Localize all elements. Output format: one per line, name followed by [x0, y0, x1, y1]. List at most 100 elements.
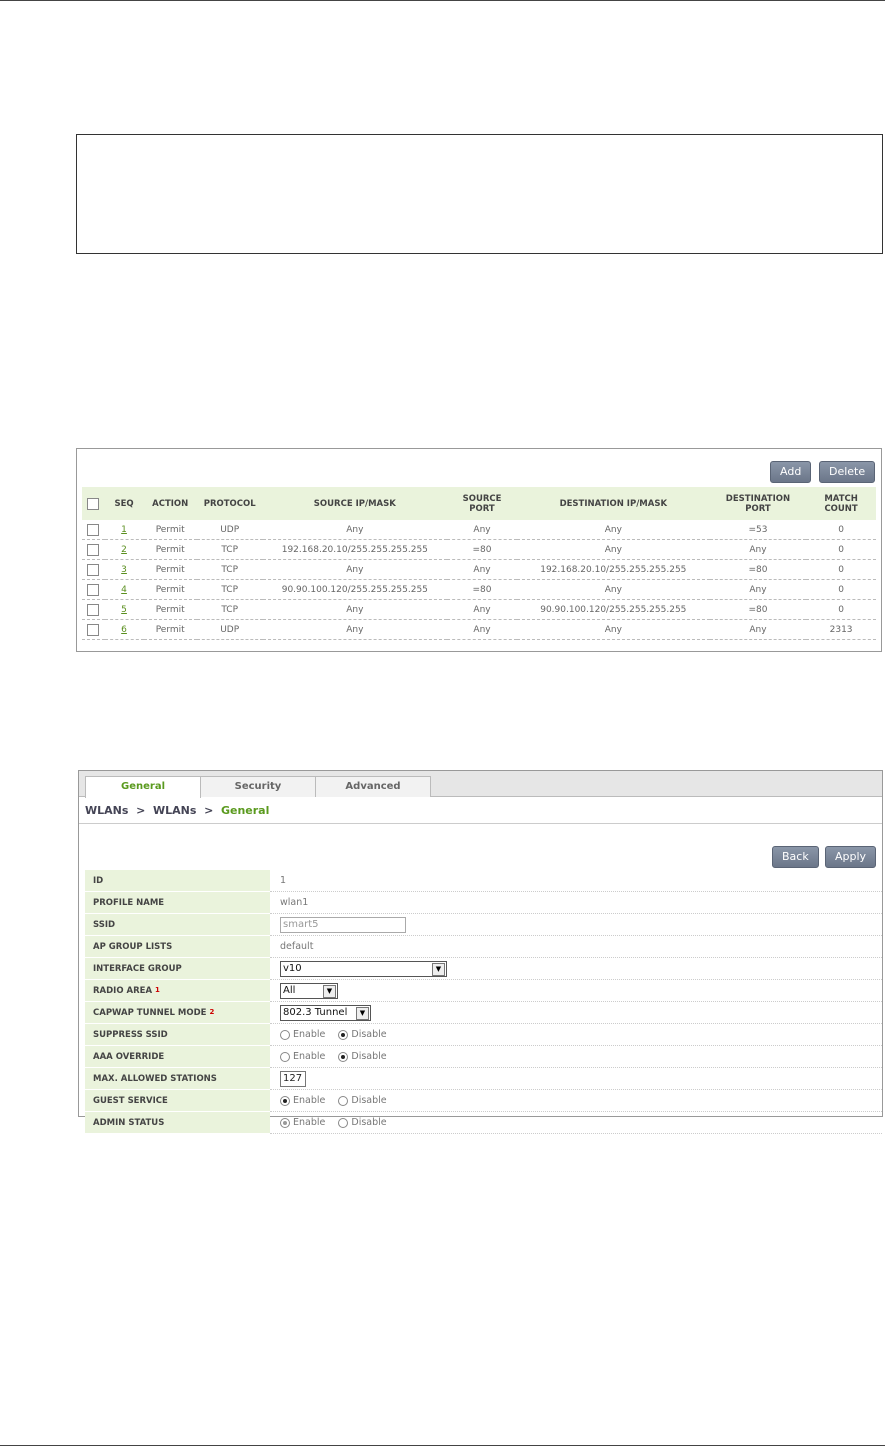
- seq-cell: 3: [104, 559, 144, 580]
- seq-link[interactable]: 2: [121, 545, 127, 555]
- seq-link[interactable]: 1: [121, 525, 127, 535]
- dest-ip-cell: 90.90.100.120/255.255.255.255: [516, 599, 710, 620]
- add-button[interactable]: Add: [770, 461, 812, 483]
- source-ip-cell: Any: [262, 520, 448, 540]
- row-capwap-tunnel-mode: CAPWAP TUNNEL MODE 2 802.3 Tunnel ▼: [85, 1001, 882, 1024]
- max-allowed-stations-input[interactable]: [280, 1070, 306, 1087]
- guest-service-enable-radio[interactable]: [280, 1095, 290, 1106]
- guest-service-cell: Enable Disable: [270, 1089, 882, 1112]
- select-all-checkbox[interactable]: [87, 497, 100, 510]
- seq-link[interactable]: 3: [121, 565, 127, 575]
- col-protocol: PROTOCOL: [196, 487, 263, 520]
- dest-ip-cell: Any: [516, 520, 710, 540]
- source-port-cell: Any: [447, 559, 517, 580]
- id-label: ID: [85, 870, 270, 892]
- table-row: 3 Permit TCP Any Any 192.168.20.10/255.255.25…: [82, 559, 876, 580]
- row-select-cell: [82, 559, 105, 580]
- source-ip-cell: Any: [262, 559, 448, 580]
- breadcrumb-wlans-1[interactable]: WLANs: [85, 804, 128, 817]
- suppress-ssid-disable-radio[interactable]: [338, 1029, 349, 1040]
- row-checkbox[interactable]: [87, 623, 100, 636]
- guest-service-disable-radio[interactable]: [338, 1095, 349, 1106]
- page-bottom-rule: [0, 1445, 885, 1446]
- capwap-cell: 802.3 Tunnel ▼: [270, 1001, 882, 1024]
- tab-advanced[interactable]: Advanced: [315, 776, 431, 797]
- row-checkbox[interactable]: [87, 523, 100, 536]
- dest-port-cell: Any: [709, 539, 807, 560]
- source-port-cell: =80: [447, 539, 517, 560]
- radio-area-footnote: 1: [155, 985, 160, 994]
- match-cell: 0: [806, 520, 876, 540]
- col-match-line2: COUNT: [824, 503, 858, 514]
- ssid-input[interactable]: [280, 916, 406, 933]
- breadcrumb-wlans-2[interactable]: WLANs: [153, 804, 196, 817]
- aaa-override-enable-radio[interactable]: [280, 1051, 290, 1062]
- table-header-row: SEQ ACTION PROTOCOL SOURCE IP/MASK SOURC…: [82, 487, 876, 520]
- row-select-cell: [82, 619, 105, 640]
- radio-area-selected: All: [283, 984, 296, 996]
- back-button[interactable]: Back: [772, 846, 819, 868]
- row-checkbox[interactable]: [87, 543, 100, 556]
- col-source-port-line1: SOURCE: [462, 493, 502, 504]
- dest-port-cell: =53: [709, 520, 807, 540]
- protocol-cell: UDP: [196, 619, 263, 640]
- seq-link[interactable]: 6: [121, 625, 127, 635]
- source-ip-cell: Any: [262, 599, 448, 620]
- enable-label: Enable: [293, 1117, 326, 1128]
- dest-port-cell: Any: [709, 579, 807, 600]
- seq-link[interactable]: 5: [121, 605, 127, 615]
- action-cell: Permit: [143, 539, 197, 560]
- row-select-cell: [82, 599, 105, 620]
- radio-area-select[interactable]: All ▼: [280, 982, 338, 999]
- row-checkbox[interactable]: [87, 563, 100, 576]
- row-guest-service: GUEST SERVICE Enable Disable: [85, 1089, 882, 1112]
- wlan-settings-form: ID 1 PROFILE NAME wlan1 SSID AP GROUP LI…: [85, 870, 882, 1134]
- action-cell: Permit: [143, 520, 197, 540]
- capwap-footnote: 2: [209, 1007, 215, 1016]
- ap-group-lists-value: default: [270, 935, 882, 958]
- seq-link[interactable]: 4: [121, 585, 127, 595]
- apply-button[interactable]: Apply: [825, 846, 877, 868]
- col-source-ip: SOURCE IP/MASK: [262, 487, 448, 520]
- breadcrumb-separator: >: [204, 804, 214, 817]
- radio-area-label: RADIO AREA: [93, 985, 153, 996]
- suppress-ssid-cell: Enable Disable: [270, 1023, 882, 1046]
- seq-cell: 1: [104, 520, 144, 540]
- row-radio-area: RADIO AREA 1 All ▼: [85, 979, 882, 1002]
- admin-status-disable-radio[interactable]: [338, 1117, 349, 1128]
- tab-security[interactable]: Security: [200, 776, 316, 797]
- disable-label: Disable: [351, 1095, 387, 1106]
- ap-group-lists-label: AP GROUP LISTS: [85, 935, 270, 958]
- profile-name-value: wlan1: [270, 891, 882, 914]
- admin-status-label: ADMIN STATUS: [85, 1111, 270, 1134]
- disable-label: Disable: [351, 1051, 387, 1062]
- breadcrumb: WLANs > WLANs > General: [85, 804, 269, 817]
- radio-area-label-cell: RADIO AREA 1: [85, 979, 270, 1002]
- row-admin-status: ADMIN STATUS Enable Disable: [85, 1111, 882, 1134]
- guest-service-label: GUEST SERVICE: [85, 1089, 270, 1112]
- protocol-cell: UDP: [196, 520, 263, 540]
- capwap-label-cell: CAPWAP TUNNEL MODE 2: [85, 1001, 270, 1024]
- row-max-allowed-stations: MAX. ALLOWED STATIONS: [85, 1067, 882, 1090]
- acl-rules-panel: Add Delete SEQ ACTION PROTOCOL SOURCE IP…: [76, 448, 882, 652]
- suppress-ssid-enable-radio[interactable]: [280, 1029, 290, 1040]
- tab-general[interactable]: General: [85, 776, 201, 798]
- suppress-ssid-label: SUPPRESS SSID: [85, 1023, 270, 1046]
- row-select-cell: [82, 539, 105, 560]
- action-cell: Permit: [143, 599, 197, 620]
- interface-group-select[interactable]: v10 ▼: [280, 960, 447, 977]
- aaa-override-cell: Enable Disable: [270, 1045, 882, 1068]
- aaa-override-disable-radio[interactable]: [338, 1051, 349, 1062]
- admin-status-enable-radio[interactable]: [280, 1117, 290, 1128]
- row-checkbox[interactable]: [87, 583, 100, 596]
- dest-ip-cell: Any: [516, 539, 710, 560]
- seq-cell: 4: [104, 579, 144, 600]
- dest-ip-cell: 192.168.20.10/255.255.255.255: [516, 559, 710, 580]
- col-dest-port: DESTINATION PORT: [709, 487, 807, 520]
- action-cell: Permit: [143, 619, 197, 640]
- row-checkbox[interactable]: [87, 603, 100, 616]
- col-dest-ip: DESTINATION IP/MASK: [516, 487, 710, 520]
- capwap-tunnel-mode-select[interactable]: 802.3 Tunnel ▼: [280, 1004, 371, 1021]
- delete-button[interactable]: Delete: [819, 461, 876, 483]
- match-cell: 0: [806, 539, 876, 560]
